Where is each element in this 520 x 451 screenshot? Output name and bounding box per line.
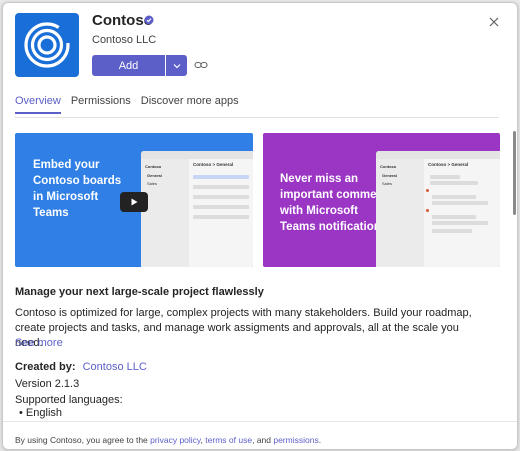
- app-logo: [15, 13, 79, 77]
- language-list-item: • English: [19, 407, 62, 419]
- teams-preview-image: Contoso General Sales Contoso > General: [141, 151, 253, 267]
- link-icon[interactable]: [194, 59, 208, 71]
- footer-divider: [3, 421, 517, 422]
- close-icon[interactable]: [487, 15, 501, 29]
- promo-notifications-banner[interactable]: Never miss an important comment with Mic…: [263, 133, 500, 267]
- details-description: Contoso is optimized for large, complex …: [15, 307, 472, 349]
- mock-side-item: General: [382, 173, 397, 178]
- scrollbar-thumb[interactable]: [513, 131, 516, 215]
- play-icon: [131, 198, 138, 206]
- mock-title: Contoso > General: [193, 162, 234, 167]
- language-name: English: [25, 407, 62, 419]
- app-details-dialog: Contoso Contoso LLC Add Overview Permiss…: [2, 2, 518, 450]
- privacy-policy-link[interactable]: privacy policy: [150, 435, 200, 445]
- banner-text: Embed your Contoso boards in Microsoft T…: [33, 159, 122, 219]
- footer-terms: By using Contoso, you agree to the priva…: [15, 435, 321, 445]
- teams-preview-image: Contoso General Sales Contoso > General: [376, 151, 500, 267]
- footer-suffix: .: [318, 435, 322, 445]
- permissions-link[interactable]: permissions: [273, 435, 318, 445]
- tab-permissions[interactable]: Permissions: [71, 95, 131, 114]
- add-options-dropdown[interactable]: [165, 55, 187, 76]
- publisher-name: Contoso LLC: [92, 34, 157, 46]
- created-by-row: Created by: Contoso LLC: [15, 361, 147, 373]
- tab-overview[interactable]: Overview: [15, 95, 61, 114]
- chevron-down-icon: [173, 63, 180, 68]
- promo-video-banner[interactable]: Embed your Contoso boards in Microsoft T…: [15, 133, 253, 267]
- version-text: Version 2.1.3: [15, 378, 80, 390]
- footer-separator: , and: [252, 435, 274, 445]
- mock-side-item: Sales: [382, 181, 393, 186]
- mock-side-item: Sales: [147, 181, 158, 186]
- mock-side-item: General: [147, 173, 162, 178]
- created-by-label: Created by:: [15, 361, 76, 373]
- banner-text: Never miss an important comment with Mic…: [280, 173, 388, 233]
- see-more-link[interactable]: See more: [15, 337, 63, 349]
- add-button-group: Add: [92, 55, 187, 76]
- created-by-link[interactable]: Contoso LLC: [83, 361, 147, 373]
- mock-side-header: Contoso: [380, 164, 397, 169]
- tabs-divider: [15, 117, 499, 118]
- details-headline: Manage your next large-scale project fla…: [15, 286, 264, 298]
- supported-languages-label: Supported languages:: [15, 394, 123, 406]
- mock-title: Contoso > General: [428, 162, 469, 167]
- tab-bar: Overview Permissions Discover more apps: [15, 95, 249, 114]
- verified-badge-icon: [144, 15, 154, 25]
- terms-of-use-link[interactable]: terms of use: [205, 435, 252, 445]
- mock-side-header: Contoso: [145, 164, 162, 169]
- play-video-button[interactable]: [120, 192, 148, 212]
- footer-prefix: By using Contoso, you agree to the: [15, 435, 151, 445]
- contoso-logo-icon: [24, 22, 71, 68]
- tab-discover-more-apps[interactable]: Discover more apps: [141, 95, 239, 114]
- add-button[interactable]: Add: [92, 55, 165, 76]
